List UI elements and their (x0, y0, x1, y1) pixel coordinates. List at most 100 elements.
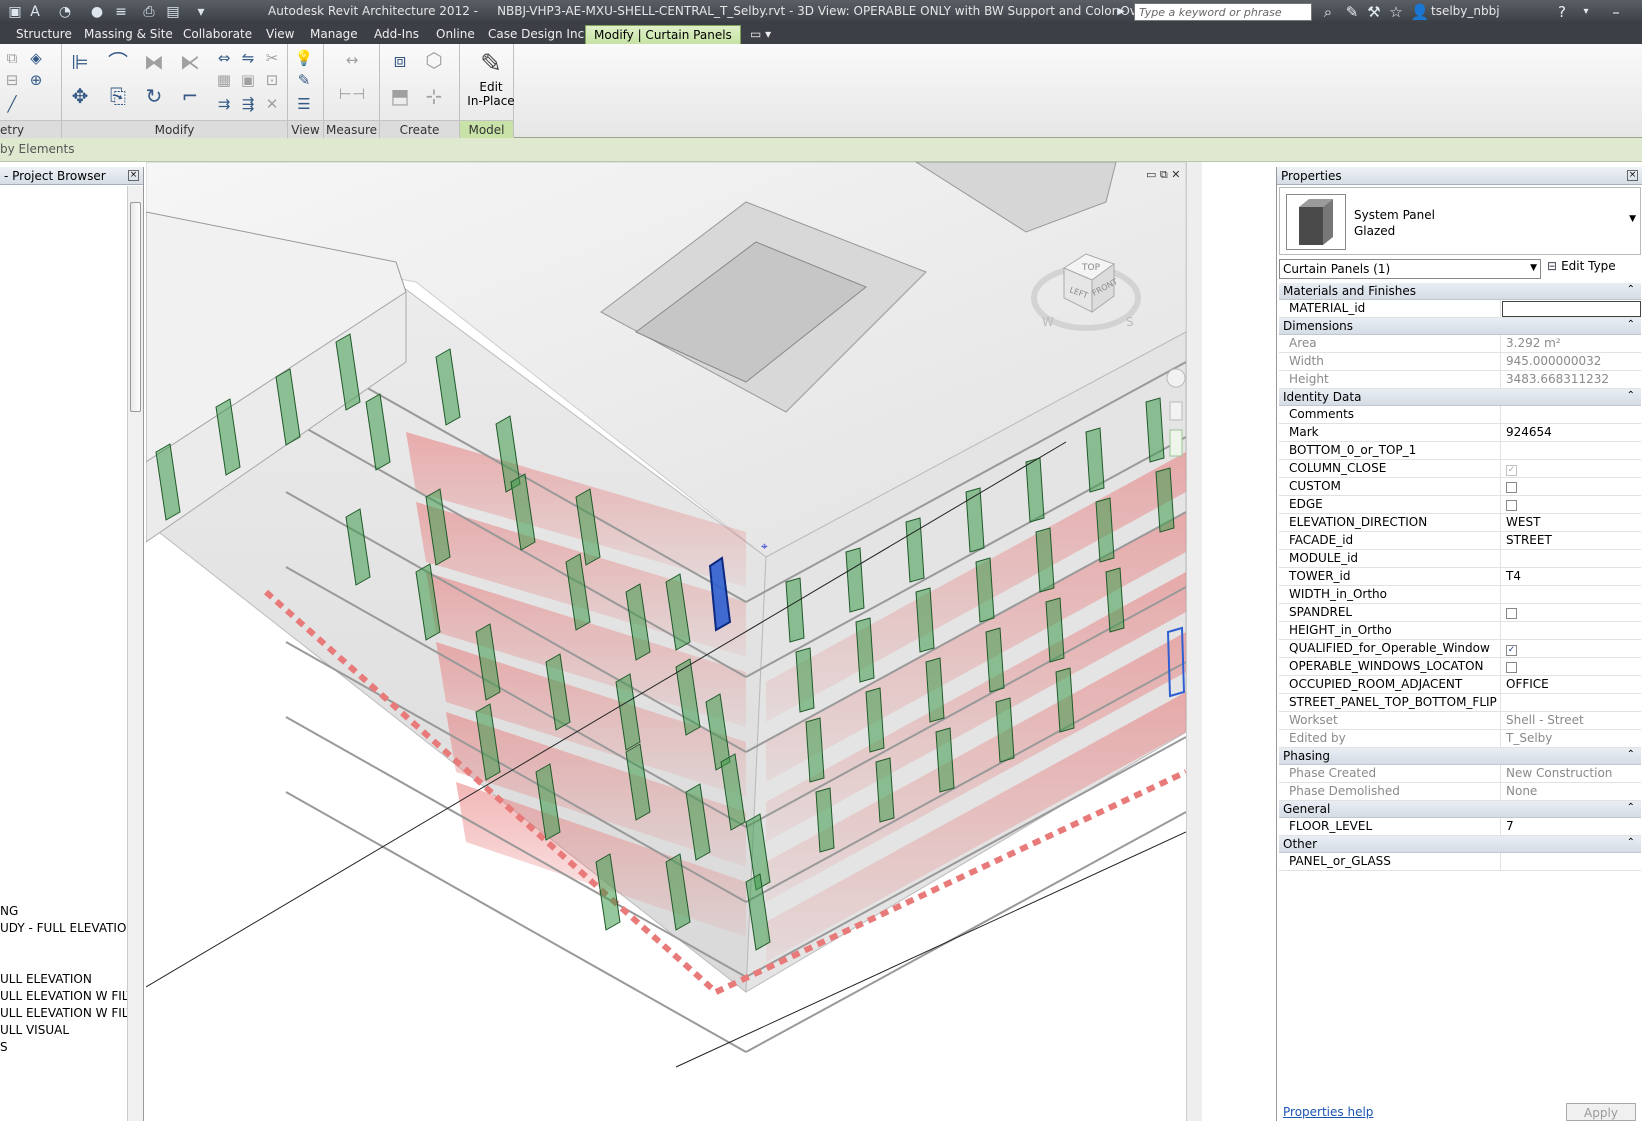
paste-icon[interactable]: ⧉ (2, 48, 22, 68)
binoculars-icon[interactable]: ⌕ (1318, 2, 1338, 22)
paint-icon[interactable]: ╱ (2, 94, 22, 114)
tab-massing-site[interactable]: Massing & Site (76, 25, 181, 44)
property-checkbox[interactable] (1506, 608, 1517, 619)
property-value[interactable] (1502, 622, 1641, 640)
search-expand-icon[interactable]: ▶ (1112, 3, 1130, 21)
properties-close-icon[interactable]: × (1627, 170, 1638, 181)
join-geometry-icon[interactable]: ⊕ (26, 70, 46, 90)
cut-geometry-icon[interactable]: ⊟ (2, 70, 22, 90)
offset-icon[interactable]: ⌒ (106, 50, 130, 74)
property-group-header[interactable]: Dimensions ⌃ (1279, 318, 1641, 335)
split-with-gap-icon[interactable]: ⇋ (238, 48, 258, 68)
pan-icon[interactable] (1169, 429, 1183, 457)
hide-in-view-icon[interactable]: 💡 (294, 48, 314, 68)
override-graphics-icon[interactable]: ✎ (294, 70, 314, 90)
property-value[interactable]: ✓ (1502, 460, 1641, 478)
view-close-icon[interactable]: ✕ (1171, 168, 1180, 181)
property-value[interactable]: 924654 (1502, 424, 1641, 442)
project-browser-close-icon[interactable]: × (128, 170, 139, 181)
collapse-icon[interactable]: ⌃ (1627, 319, 1635, 330)
array-icon[interactable]: ▦ (214, 70, 234, 90)
search-input[interactable]: Type a keyword or phrase (1134, 3, 1312, 21)
move-icon[interactable]: ✥ (68, 84, 92, 108)
property-value[interactable]: ✓ (1502, 640, 1641, 658)
create-parts-icon[interactable]: ⧈ (388, 48, 412, 72)
collapse-icon[interactable]: ⌃ (1627, 390, 1635, 401)
cope-icon[interactable]: ◈ (26, 48, 46, 68)
property-checkbox[interactable] (1506, 500, 1517, 511)
app-menu-icon[interactable]: A (26, 3, 44, 21)
property-value[interactable]: WEST (1502, 514, 1641, 532)
property-value[interactable] (1502, 478, 1641, 496)
property-value[interactable] (1502, 694, 1641, 712)
align-icon[interactable]: ⊫ (68, 50, 92, 74)
view-restore-icon[interactable]: ⧉ (1160, 168, 1168, 181)
copy-icon[interactable]: ⎘ (106, 84, 130, 108)
delete-icon[interactable]: ✕ (262, 94, 282, 114)
undo-icon[interactable]: ▤ (164, 3, 182, 21)
steering-wheel-icon[interactable] (1166, 368, 1186, 388)
property-group-header[interactable]: Phasing ⌃ (1279, 748, 1641, 765)
browser-item[interactable]: NG (0, 904, 18, 918)
properties-help-link[interactable]: Properties help (1283, 1105, 1373, 1119)
create-similar-icon[interactable]: ⊹ (422, 84, 446, 108)
collapse-icon[interactable]: ⌃ (1627, 802, 1635, 813)
pin-icon[interactable]: ⊡ (262, 70, 282, 90)
property-value[interactable]: OFFICE (1502, 676, 1641, 694)
instance-filter-select[interactable]: Curtain Panels (1) ▼ (1279, 259, 1541, 279)
open-icon[interactable]: ◔ (56, 3, 74, 21)
tab-online[interactable]: Online (428, 25, 483, 44)
property-value[interactable] (1502, 604, 1641, 622)
trim-multiple-icon[interactable]: ⇉ (214, 94, 234, 114)
browser-item[interactable]: ULL ELEVATION W FILTE (0, 1006, 142, 1020)
browser-item[interactable]: UDY - FULL ELEVATION (0, 921, 135, 935)
property-value[interactable] (1502, 586, 1641, 604)
split-element-icon[interactable]: ⇔ (214, 48, 234, 68)
collapse-icon[interactable]: ⌃ (1627, 749, 1635, 760)
favorites-icon[interactable]: ☆ (1386, 2, 1406, 22)
sync-icon[interactable]: ● (88, 3, 106, 21)
property-value[interactable]: 7 (1502, 818, 1641, 836)
collapse-icon[interactable]: ⌃ (1627, 837, 1635, 848)
property-value[interactable] (1502, 301, 1641, 317)
property-checkbox[interactable] (1506, 662, 1517, 673)
property-value[interactable] (1502, 550, 1641, 568)
property-value[interactable] (1502, 442, 1641, 460)
tab-add-ins[interactable]: Add-Ins (366, 25, 427, 44)
help-dropdown-icon[interactable]: ▾ (1576, 2, 1596, 22)
collapse-icon[interactable]: ⌃ (1627, 284, 1635, 295)
mirror-draw-axis-icon[interactable]: ⧔ (178, 50, 202, 74)
trim-extend-icon[interactable]: ⌐ (178, 84, 202, 108)
project-browser-scroll-thumb[interactable] (130, 202, 141, 412)
property-checkbox[interactable]: ✓ (1506, 645, 1517, 656)
edit-type-button[interactable]: ⊟ Edit Type (1547, 259, 1616, 273)
view-minimize-icon[interactable]: ▭ (1146, 168, 1156, 181)
tab-case-design[interactable]: Case Design Inc. (480, 25, 596, 44)
property-value[interactable]: T4 (1502, 568, 1641, 586)
ribbon-minimize-icon[interactable]: ▭ ▾ (742, 25, 779, 44)
print-icon[interactable]: ⎙ (140, 3, 158, 21)
rotate-icon[interactable]: ↻ (142, 84, 166, 108)
tab-modify-curtain-panels[interactable]: Modify | Curtain Panels (585, 25, 741, 44)
browser-item[interactable]: S (0, 1040, 8, 1054)
user-icon[interactable]: 👤 (1410, 2, 1430, 22)
minimize-icon[interactable]: – (1606, 2, 1626, 22)
create-group-icon[interactable]: ⬡ (422, 48, 446, 72)
measure-icon[interactable]: ≡ (112, 3, 130, 21)
browser-item[interactable]: ULL VISUAL (0, 1023, 69, 1037)
tab-collaborate[interactable]: Collaborate (175, 25, 260, 44)
3d-viewport[interactable]: ⌖ TOP LEFT FRONT W S ▭ ⧉ ✕ (146, 162, 1202, 1121)
help-icon[interactable]: ? (1552, 2, 1572, 22)
subscription-icon[interactable]: ✎ (1342, 2, 1362, 22)
aligned-dimension-icon[interactable]: ⊢⊣ (332, 84, 372, 104)
tab-view[interactable]: View (258, 25, 302, 44)
browser-item[interactable]: ULL ELEVATION (0, 972, 92, 986)
property-value[interactable] (1502, 658, 1641, 676)
property-value[interactable] (1502, 853, 1641, 871)
edit-in-place-button[interactable]: ✎ Edit In-Place (466, 48, 516, 108)
browser-item[interactable]: ULL ELEVATION W FILTE (0, 989, 142, 1003)
type-selector[interactable]: System Panel Glazed ▼ (1279, 187, 1641, 255)
qat-dropdown-icon[interactable]: ▾ (192, 3, 210, 21)
property-group-header[interactable]: General ⌃ (1279, 801, 1641, 818)
tab-structure[interactable]: Structure (8, 25, 80, 44)
